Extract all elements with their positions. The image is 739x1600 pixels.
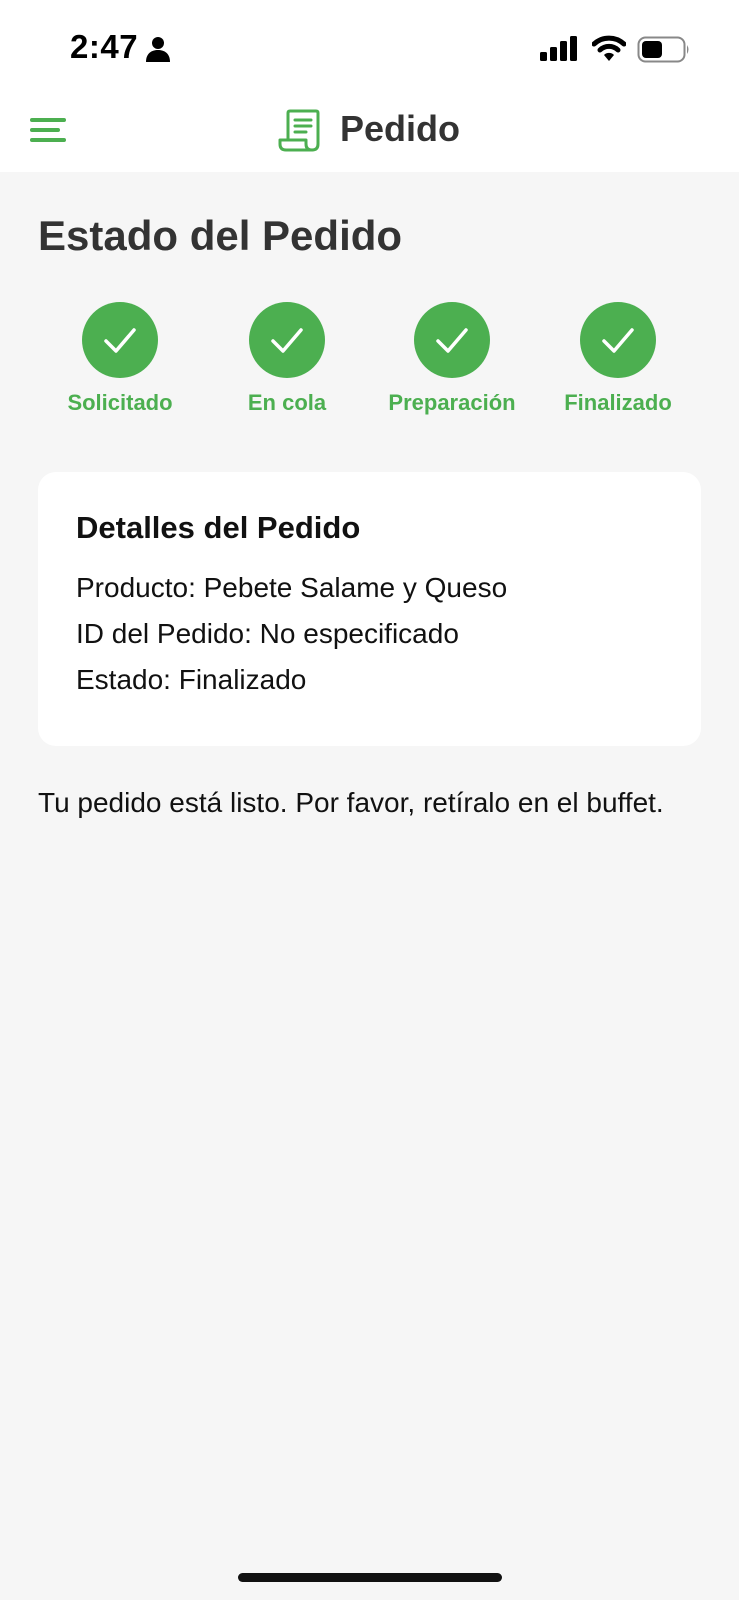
ready-message: Tu pedido está listo. Por favor, retíral… bbox=[38, 787, 664, 818]
card-title: Detalles del Pedido bbox=[76, 510, 361, 545]
step-label: Finalizado bbox=[564, 390, 672, 415]
cellular-signal-icon bbox=[540, 36, 577, 61]
order-details-card: Detalles del Pedido Producto: Pebete Sal… bbox=[38, 472, 701, 746]
step-complete-indicator bbox=[249, 302, 325, 378]
step-complete-indicator bbox=[580, 302, 656, 378]
status-time: 2:47 bbox=[70, 28, 139, 65]
detail-product: Producto: Pebete Salame y Queso bbox=[76, 572, 508, 603]
step-finalizado: Finalizado bbox=[535, 302, 701, 416]
app-header: Pedido bbox=[0, 96, 739, 172]
step-label: En cola bbox=[247, 390, 327, 415]
check-icon bbox=[436, 328, 468, 353]
step-solicitado: Solicitado bbox=[37, 302, 203, 416]
battery-icon bbox=[637, 36, 689, 63]
check-icon bbox=[271, 328, 303, 353]
order-progress-steps: Solicitado En cola Preparación Finalizad… bbox=[0, 302, 739, 422]
check-icon bbox=[602, 328, 634, 353]
person-icon bbox=[146, 37, 170, 62]
header-title: Pedido bbox=[340, 108, 461, 149]
page-title: Estado del Pedido bbox=[38, 212, 403, 259]
detail-order-id: ID del Pedido: No especificado bbox=[76, 618, 459, 649]
step-complete-indicator bbox=[82, 302, 158, 378]
wifi-icon bbox=[592, 35, 626, 61]
home-indicator[interactable] bbox=[238, 1573, 502, 1582]
check-icon bbox=[104, 328, 136, 353]
hamburger-menu-icon[interactable] bbox=[30, 116, 68, 146]
detail-status: Estado: Finalizado bbox=[76, 664, 307, 695]
step-label: Solicitado bbox=[67, 390, 173, 415]
step-label: Preparación bbox=[388, 390, 516, 415]
step-complete-indicator bbox=[414, 302, 490, 378]
status-bar: 2:47 bbox=[0, 0, 739, 96]
step-preparacion: Preparación bbox=[369, 302, 535, 416]
receipt-icon bbox=[278, 109, 320, 152]
step-en-cola: En cola bbox=[204, 302, 370, 416]
